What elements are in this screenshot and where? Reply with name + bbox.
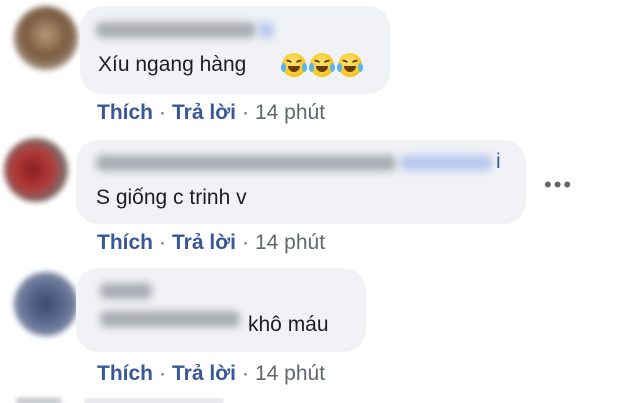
commenter-name-suffix[interactable]: i xyxy=(496,150,501,174)
comment-actions: Thích · Trả lời · 14 phút xyxy=(97,231,325,255)
timestamp[interactable]: 14 phút xyxy=(255,231,325,255)
avatar[interactable] xyxy=(14,6,78,70)
comment-bubble xyxy=(84,398,224,403)
commenter-name-blurred[interactable] xyxy=(100,283,152,299)
commenter-name-blurred[interactable] xyxy=(96,155,396,171)
tears-of-joy-icon xyxy=(309,53,335,77)
tears-of-joy-icon xyxy=(337,53,363,77)
tears-of-joy-icon xyxy=(281,53,307,77)
commenter-name-blurred[interactable] xyxy=(100,311,240,327)
separator-dot: · xyxy=(159,231,166,254)
comment-text: khô máu xyxy=(248,313,329,336)
comment-actions: Thích · Trả lời · 14 phút xyxy=(97,101,325,125)
reply-link[interactable]: Trả lời xyxy=(172,362,236,386)
separator-dot: · xyxy=(159,362,166,385)
comment-actions: Thích · Trả lời · 14 phút xyxy=(97,362,325,386)
reply-link[interactable]: Trả lời xyxy=(172,101,236,125)
timestamp[interactable]: 14 phút xyxy=(255,362,325,386)
commenter-name-blurred[interactable] xyxy=(96,22,256,38)
comment-bubble xyxy=(80,6,390,94)
separator-dot: · xyxy=(159,101,166,124)
comment-bubble xyxy=(76,140,526,224)
commenter-name-blurred[interactable] xyxy=(400,155,492,171)
more-options-icon[interactable]: ••• xyxy=(544,172,573,198)
reply-link[interactable]: Trả lời xyxy=(172,231,236,255)
avatar[interactable] xyxy=(14,272,78,336)
avatar[interactable] xyxy=(4,138,68,202)
like-link[interactable]: Thích xyxy=(97,231,153,255)
next-comment-peek xyxy=(0,398,620,403)
like-link[interactable]: Thích xyxy=(97,362,153,386)
timestamp[interactable]: 14 phút xyxy=(255,101,325,125)
separator-dot: · xyxy=(241,362,249,385)
like-link[interactable]: Thích xyxy=(97,101,153,125)
commenter-name-blurred[interactable] xyxy=(258,22,274,38)
avatar xyxy=(16,398,62,403)
emoji-group xyxy=(281,53,363,77)
comment-text: Xíu ngang hàng xyxy=(98,53,247,76)
separator-dot: · xyxy=(241,231,249,254)
comment-text: S giống c trinh v xyxy=(96,186,247,209)
separator-dot: · xyxy=(241,101,249,124)
comment-bubble xyxy=(76,268,366,352)
